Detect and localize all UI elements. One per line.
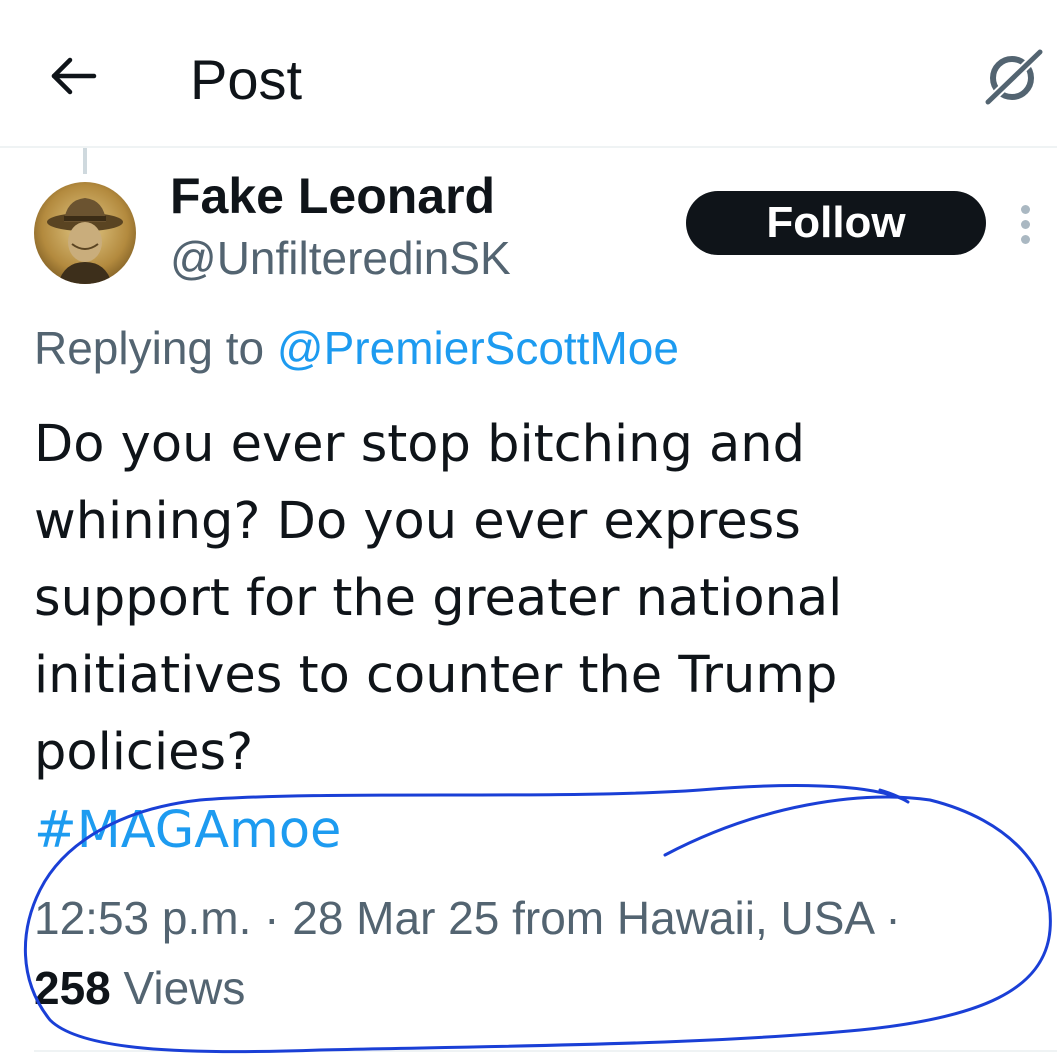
views-label: Views <box>110 962 246 1014</box>
grok-button[interactable] <box>982 44 1046 108</box>
views-count: 258 <box>34 962 111 1014</box>
divider <box>34 1050 1057 1052</box>
replying-to: Replying to @PremierScottMoe <box>34 318 679 378</box>
reply-mention-link[interactable]: @PremierScottMoe <box>277 322 679 374</box>
more-vertical-icon-dot <box>1021 220 1030 229</box>
page-title: Post <box>190 48 303 111</box>
thread-connector <box>83 148 87 174</box>
arrow-left-icon <box>51 57 97 95</box>
grok-icon <box>982 46 1046 108</box>
tweet-text: Do you ever stop bitching and whining? D… <box>34 415 843 782</box>
tweet-views[interactable]: 258 Views <box>34 956 245 1020</box>
avatar[interactable] <box>34 182 136 284</box>
more-vertical-icon-dot <box>1021 205 1030 214</box>
replying-to-label: Replying to <box>34 322 277 374</box>
author-display-name[interactable]: Fake Leonard <box>170 166 495 226</box>
follow-button[interactable]: Follow <box>686 191 986 255</box>
back-button[interactable] <box>46 50 102 106</box>
post-page: Post Fake Leonard @UnfilteredinSK Follow… <box>0 0 1057 1057</box>
tweet-timestamp-location[interactable]: 12:53 p.m. · 28 Mar 25 from Hawaii, USA … <box>34 886 901 950</box>
top-bar: Post <box>0 0 1057 148</box>
hashtag-link[interactable]: #MAGAmoe <box>34 792 341 869</box>
author-handle[interactable]: @UnfilteredinSK <box>170 230 511 286</box>
more-vertical-icon-dot <box>1021 235 1030 244</box>
more-button[interactable] <box>1012 200 1040 250</box>
avatar-photo <box>34 182 136 284</box>
